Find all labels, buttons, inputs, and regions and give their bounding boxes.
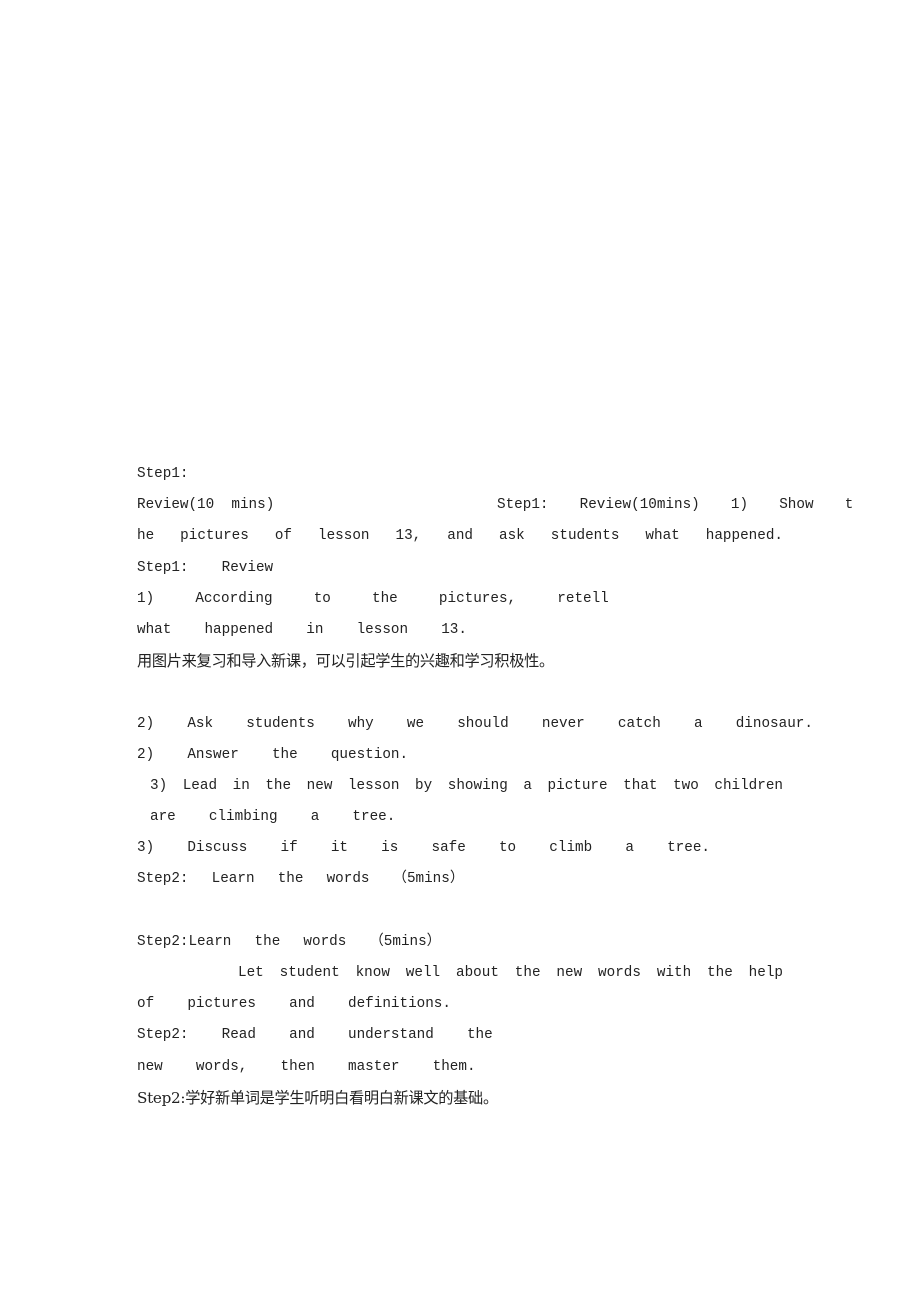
text-line-discuss-safe-climb: 3) Discuss if it is safe to climb a tree… xyxy=(137,840,710,857)
document-page: Step1: Review(10 mins) Step1: Review(10m… xyxy=(0,0,920,1302)
text-line-review-10-mins: Review(10 mins) xyxy=(137,497,275,514)
text-line-step1-review-show: Step1: Review(10mins) 1) Show t xyxy=(497,497,854,514)
text-line-blank-1 xyxy=(137,677,783,708)
text-line-he-pictures: he pictures of lesson 13, and ask studen… xyxy=(137,528,783,545)
text-line-what-happened-lesson13: what happened in lesson 13. xyxy=(137,621,467,638)
document-text-body: Step1: Review(10 mins) Step1: Review(10m… xyxy=(137,459,853,1114)
text-line-step2-learn-words-a: Step2: Learn the words （5mins） xyxy=(137,871,465,888)
text-line-new-words-master-them: new words, then master them. xyxy=(137,1058,476,1075)
text-line-step2-learn-words-b: Step2:Learn the words （5mins） xyxy=(137,933,441,950)
text-line-of-pictures-definitions: of pictures and definitions. xyxy=(137,996,451,1013)
text-line-according-retell: 1) According to the pictures, retell xyxy=(137,590,609,607)
text-line-cjk-step2-note: Step2:学好新单词是学生听明白看明白新课文的基础。 xyxy=(137,1088,498,1107)
text-line-let-student-know-well: Let student know well about the new word… xyxy=(238,965,783,981)
text-line-step1-heading: Step1: xyxy=(137,466,189,482)
text-line-answer-the-question: 2) Answer the question. xyxy=(137,746,409,763)
text-line-step2-read-understand: Step2: Read and understand the xyxy=(137,1027,493,1044)
text-line-lead-in-new-lesson: 3) Lead in the new lesson by showing a p… xyxy=(150,777,783,794)
text-line-are-climbing-a-tree: are climbing a tree. xyxy=(150,809,396,826)
text-line-blank-2 xyxy=(137,896,783,927)
text-line-review-split: Review(10 mins) Step1: Review(10mins) 1)… xyxy=(137,490,853,521)
text-line-step1-review: Step1: Review xyxy=(137,559,274,576)
text-line-ask-students-dinosaur: 2) Ask students why we should never catc… xyxy=(137,715,813,732)
text-line-cjk-review-note: 用图片来复习和导入新课，可以引起学生的兴趣和学习积极性。 xyxy=(137,652,554,671)
